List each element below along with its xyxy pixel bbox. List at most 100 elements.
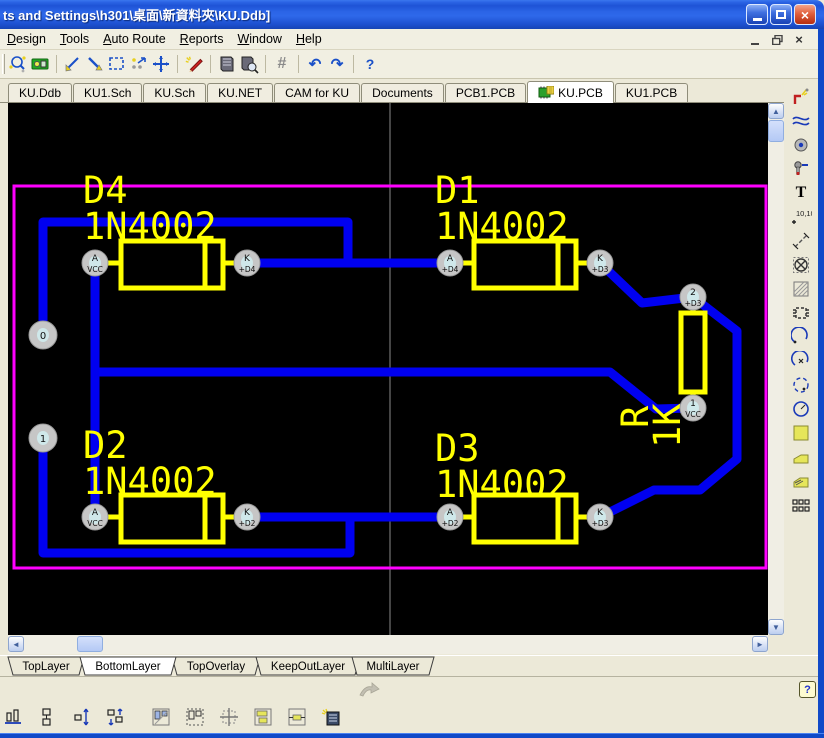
move-selection-icon[interactable] (128, 53, 150, 75)
tab-ku1-pcb[interactable]: KU1.PCB (615, 83, 688, 102)
help-icon[interactable]: ? (359, 53, 381, 75)
minimize-button[interactable] (746, 4, 768, 25)
pad-D2-K[interactable]: K +D2 (234, 504, 260, 530)
split-plane-icon[interactable] (789, 471, 813, 491)
place-component-icon[interactable] (789, 303, 813, 323)
tab-ku1-sch[interactable]: KU1.Sch (73, 83, 142, 102)
window-title: ts and Settings\h301\桌面\新資料夾\KU.Ddb] (0, 5, 270, 24)
arc-angles-icon[interactable] (789, 375, 813, 395)
window-right-border (818, 29, 824, 738)
grid-icon[interactable]: # (271, 53, 293, 75)
distribute-vertical-icon[interactable] (70, 706, 92, 728)
zoom-pan-icon[interactable] (7, 53, 29, 75)
pad-D4-A[interactable]: A VCC (82, 250, 108, 276)
full-circle-icon[interactable] (789, 399, 813, 419)
tab-pcb1-pcb[interactable]: PCB1.PCB (445, 83, 526, 102)
interactive-routing-icon[interactable] (789, 87, 813, 107)
place-fill-icon[interactable] (789, 423, 813, 443)
close-button[interactable]: × (794, 4, 816, 25)
polygon-plane-icon[interactable] (789, 447, 813, 467)
mdi-minimize-button[interactable] (746, 32, 764, 47)
layer-tab-keepoutlayer[interactable]: KeepOutLayer (256, 657, 360, 675)
menu-window[interactable]: Window (230, 30, 288, 48)
window-bottom-border (0, 733, 824, 738)
svg-text:A: A (447, 254, 454, 264)
vertical-scroll-thumb[interactable] (768, 120, 784, 142)
scroll-right-button[interactable]: ► (752, 636, 768, 652)
place-dimension-icon[interactable] (789, 231, 813, 251)
menu-auto-route[interactable]: Auto Route (96, 30, 173, 48)
arc-edge-icon[interactable] (789, 327, 813, 347)
pcb-canvas[interactable]: D4 1N4002 D1 1N4002 D2 1N4002 D3 1N4002 … (8, 103, 768, 635)
svg-text:VCC: VCC (87, 265, 103, 274)
redo-icon[interactable]: ↷ (326, 53, 348, 75)
mdi-restore-button[interactable] (768, 32, 786, 47)
arrange-within-rectangle-icon[interactable] (184, 706, 206, 728)
maximize-button[interactable] (770, 4, 792, 25)
pad-1[interactable]: 1 (29, 424, 57, 452)
pad-D4-K[interactable]: K +D4 (234, 250, 260, 276)
cutter-icon[interactable] (62, 53, 84, 75)
layer-tab-bottomlayer[interactable]: BottomLayer (80, 657, 176, 675)
move-component-to-grid-icon[interactable] (286, 706, 308, 728)
horizontal-scroll-thumb[interactable] (77, 636, 103, 652)
place-pad-icon[interactable] (789, 135, 813, 155)
align-bottom-icon[interactable] (2, 706, 24, 728)
menu-tools[interactable]: Tools (53, 30, 96, 48)
distribute-horizontal-icon[interactable] (104, 706, 126, 728)
undo-icon[interactable]: ↶ (304, 53, 326, 75)
menu-help[interactable]: Help (289, 30, 329, 48)
browse-library-icon[interactable] (29, 53, 51, 75)
library-book-icon[interactable] (216, 53, 238, 75)
pad-R-1[interactable]: 1 VCC (680, 395, 706, 421)
menu-reports[interactable]: Reports (173, 30, 231, 48)
reposition-component-icon[interactable] (218, 706, 240, 728)
select-area-icon[interactable] (106, 53, 128, 75)
paste-array-icon[interactable] (789, 495, 813, 515)
arc-center-icon[interactable] (789, 351, 813, 371)
scroll-down-button[interactable]: ▼ (768, 619, 784, 635)
slice-track-icon[interactable] (84, 53, 106, 75)
layer-tab-toplayer[interactable]: TopLayer (8, 657, 84, 675)
svg-text:VCC: VCC (685, 410, 701, 419)
align-center-icon[interactable] (36, 706, 58, 728)
place-keepout-arc-icon[interactable] (789, 111, 813, 131)
pad-D1-K[interactable]: K +D3 (587, 250, 613, 276)
pad-D3-K[interactable]: K +D3 (587, 504, 613, 530)
crosshair-icon[interactable] (150, 53, 172, 75)
paste-special-array-icon[interactable] (320, 706, 342, 728)
tab-ku-ddb[interactable]: KU.Ddb (8, 83, 72, 102)
place-string-icon[interactable]: T (789, 183, 813, 203)
highlight-pen-icon[interactable] (183, 53, 205, 75)
svg-text:1: 1 (40, 434, 46, 445)
svg-text:+D4: +D4 (239, 265, 256, 274)
horizontal-scrollbar[interactable]: ◄ ► (8, 635, 768, 654)
arrange-within-room-icon[interactable] (150, 706, 172, 728)
set-origin-icon[interactable] (789, 255, 813, 275)
place-fill-hatch-icon[interactable] (789, 279, 813, 299)
browse-book-icon[interactable] (238, 53, 260, 75)
svg-text:A: A (447, 508, 454, 518)
tab-cam-for-ku[interactable]: CAM for KU (274, 83, 360, 102)
layer-tab-topoverlay[interactable]: TopOverlay (172, 657, 260, 675)
vertical-scrollbar[interactable]: ▲ ▼ (768, 103, 784, 635)
pad-D3-A[interactable]: A +D2 (437, 504, 463, 530)
toolbar-grip[interactable] (2, 54, 5, 74)
scroll-up-button[interactable]: ▲ (768, 103, 784, 119)
help-balloon-icon[interactable]: ? (799, 681, 816, 698)
place-coordinate-icon[interactable]: 10,10 (789, 207, 813, 227)
menu-design[interactable]: Design (0, 30, 53, 48)
scroll-left-button[interactable]: ◄ (8, 636, 24, 652)
tab-documents[interactable]: Documents (361, 83, 444, 102)
mdi-close-button[interactable]: × (790, 32, 808, 47)
tab-ku-net[interactable]: KU.NET (207, 83, 273, 102)
layer-tab-multilayer[interactable]: MultiLayer (352, 657, 434, 675)
place-via-icon[interactable] (789, 159, 813, 179)
pad-0[interactable]: 0 (29, 321, 57, 349)
tab-ku-sch[interactable]: KU.Sch (143, 83, 206, 102)
tab-ku-pcb[interactable]: KU.PCB (527, 81, 614, 103)
pad-D1-A[interactable]: A +D4 (437, 250, 463, 276)
pad-D2-A[interactable]: A VCC (82, 504, 108, 530)
pad-R-2[interactable]: 2 +D3 (680, 284, 706, 310)
room-components-icon[interactable] (252, 706, 274, 728)
